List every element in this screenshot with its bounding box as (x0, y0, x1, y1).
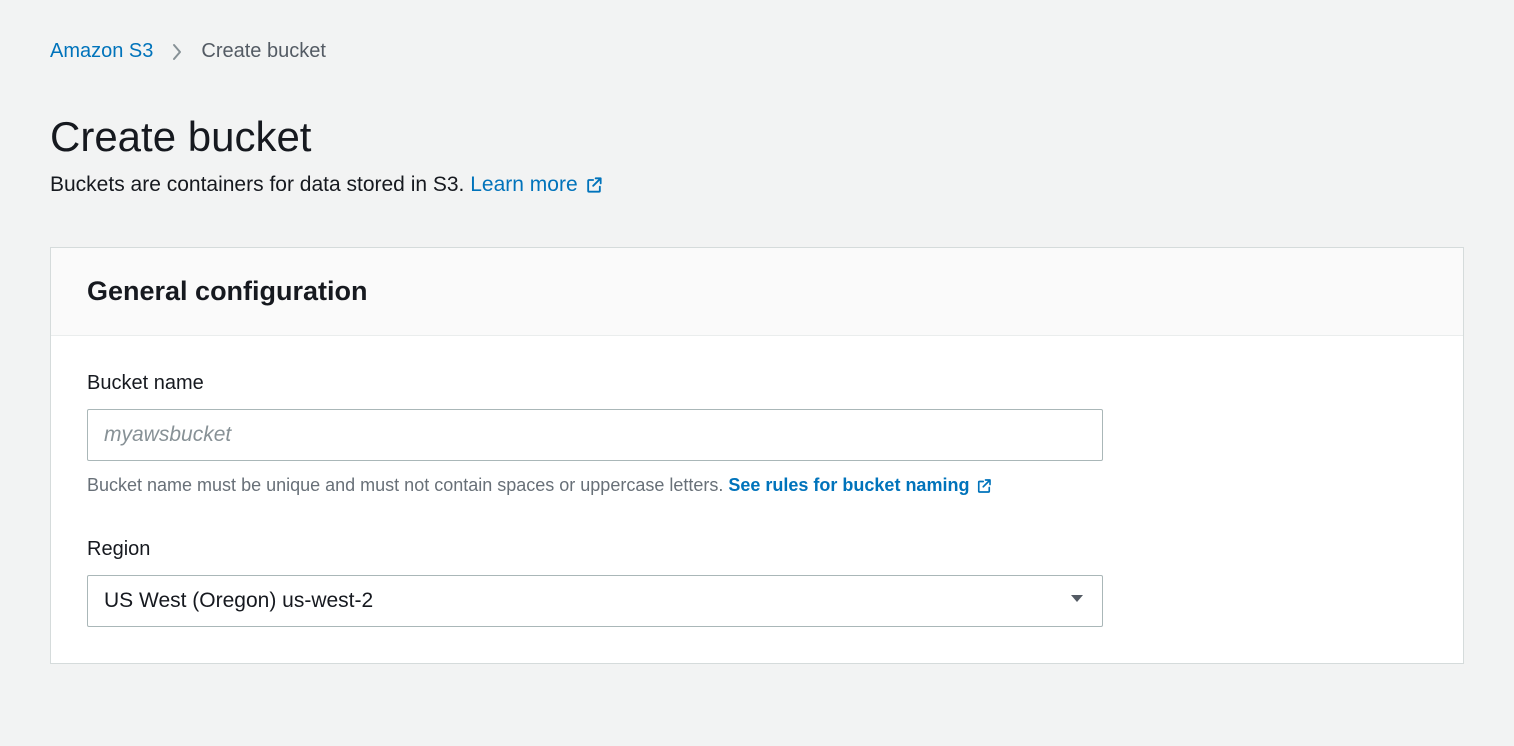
breadcrumb-current: Create bucket (201, 40, 326, 63)
panel-body: Bucket name Bucket name must be unique a… (51, 336, 1463, 663)
hint-text: Bucket name must be unique and must not … (87, 475, 728, 495)
region-label: Region (87, 538, 1427, 561)
general-configuration-panel: General configuration Bucket name Bucket… (50, 247, 1464, 664)
bucket-name-label: Bucket name (87, 372, 1427, 395)
region-field: Region US West (Oregon) us-west-2 (87, 538, 1427, 627)
region-select[interactable]: US West (Oregon) us-west-2 (87, 575, 1103, 627)
breadcrumb: Amazon S3 Create bucket (50, 40, 1464, 63)
bucket-name-input[interactable] (87, 409, 1103, 461)
external-link-icon (975, 477, 993, 495)
page-title: Create bucket (50, 113, 1464, 161)
subtitle-text: Buckets are containers for data stored i… (50, 173, 470, 196)
chevron-right-icon (171, 43, 183, 61)
learn-more-link[interactable]: Learn more (470, 173, 603, 197)
panel-header: General configuration (51, 248, 1463, 336)
bucket-naming-rules-link[interactable]: See rules for bucket naming (728, 475, 993, 496)
bucket-name-field: Bucket name Bucket name must be unique a… (87, 372, 1427, 496)
panel-title: General configuration (87, 276, 1427, 307)
page-header: Create bucket Buckets are containers for… (50, 113, 1464, 197)
bucket-name-hint: Bucket name must be unique and must not … (87, 475, 1427, 496)
page-subtitle: Buckets are containers for data stored i… (50, 173, 1464, 197)
breadcrumb-root-link[interactable]: Amazon S3 (50, 40, 153, 63)
external-link-icon (584, 175, 604, 195)
